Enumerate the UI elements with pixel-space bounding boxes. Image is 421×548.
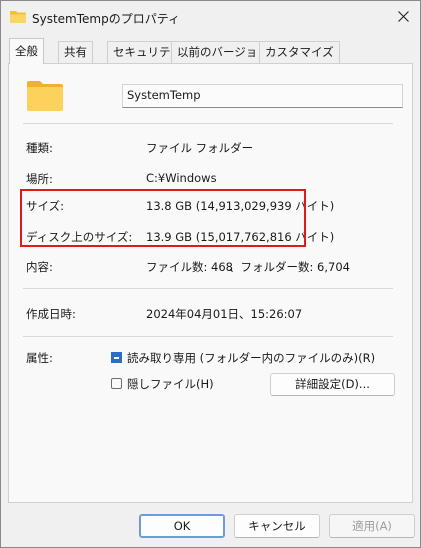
type-value: ファイル フォルダー xyxy=(146,141,254,155)
folder-icon xyxy=(10,11,26,23)
separator xyxy=(23,123,393,124)
readonly-checkbox[interactable] xyxy=(111,352,122,363)
readonly-label[interactable]: 読み取り専用 (フォルダー内のファイルのみ)(R) xyxy=(127,350,375,366)
close-button[interactable] xyxy=(389,3,419,31)
hidden-checkbox[interactable] xyxy=(111,378,122,389)
separator xyxy=(23,288,393,289)
contents-file-count: ファイル数: 468 xyxy=(146,260,233,274)
hidden-label[interactable]: 隠しファイル(H) xyxy=(127,376,214,392)
size-highlight-box xyxy=(20,189,306,247)
separator xyxy=(23,336,393,337)
advanced-button[interactable]: 詳細設定(D)... xyxy=(270,373,395,396)
title-bar[interactable]: SystemTempのプロパティ xyxy=(1,1,420,35)
tab-customize[interactable]: カスタマイズ xyxy=(259,41,340,63)
tab-general[interactable]: 全般 xyxy=(9,38,44,64)
cancel-button[interactable]: キャンセル xyxy=(234,514,320,538)
properties-dialog: SystemTempのプロパティ 全般 共有 セキュリティ 以前のバージョン カ… xyxy=(0,0,421,548)
attributes-label: 属性: xyxy=(26,351,53,365)
contents-label: 内容: xyxy=(26,260,53,274)
window-title: SystemTempのプロパティ xyxy=(32,12,181,26)
contents-folder-count: 、フォルダー数: 6,704 xyxy=(229,260,350,274)
location-label: 場所: xyxy=(26,172,53,186)
folder-name-field[interactable]: SystemTemp xyxy=(122,84,403,108)
apply-button[interactable]: 適用(A) xyxy=(329,514,415,538)
ok-button[interactable]: OK xyxy=(139,514,225,538)
created-value: 2024年04月01日、15:26:07 xyxy=(146,307,303,321)
tab-sharing[interactable]: 共有 xyxy=(58,41,93,63)
created-label: 作成日時: xyxy=(26,307,76,321)
close-icon xyxy=(398,11,409,22)
general-panel xyxy=(8,63,413,503)
folder-icon xyxy=(27,81,63,111)
location-value: C:¥Windows xyxy=(146,171,217,185)
type-label: 種類: xyxy=(26,141,53,155)
